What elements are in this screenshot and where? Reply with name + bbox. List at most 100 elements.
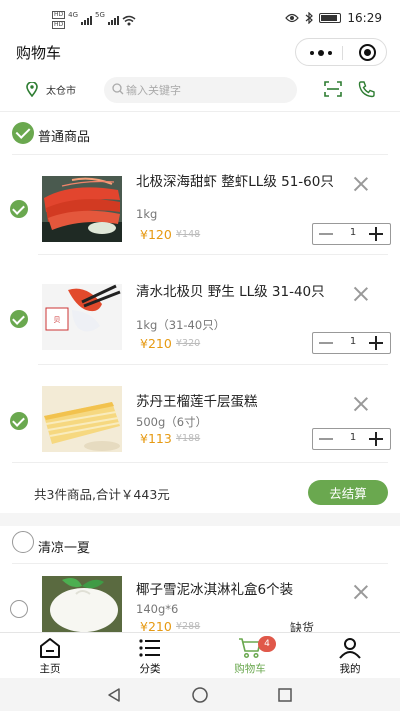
shrimp-picture — [42, 176, 122, 242]
quantity-value: 1 — [349, 227, 357, 238]
quantity-value: 1 — [349, 336, 357, 347]
tab-home-label: 主页 — [39, 663, 61, 675]
tab-category-label: 分类 — [139, 663, 161, 675]
item-price: ¥113 — [140, 431, 172, 446]
recents-icon[interactable] — [277, 687, 293, 703]
item-old-price: ¥148 — [176, 229, 201, 240]
svg-text:贝: 贝 — [54, 316, 61, 324]
network-4g-label: 4G — [68, 11, 79, 19]
item-old-price: ¥320 — [176, 338, 201, 349]
category-list-icon — [139, 639, 160, 657]
divider — [38, 364, 388, 365]
minus-icon[interactable] — [319, 438, 333, 440]
delete-icon[interactable] — [353, 176, 369, 192]
surf-clam-picture: 贝 — [42, 284, 122, 350]
divider — [12, 563, 388, 564]
ice-cream-picture — [42, 576, 122, 632]
checkout-button[interactable]: 去结算 — [308, 480, 388, 505]
item-name[interactable]: 苏丹王榴莲千层蛋糕 — [136, 394, 346, 410]
plus-icon[interactable] — [369, 336, 383, 350]
home-circle-icon[interactable] — [191, 687, 209, 703]
divider — [0, 111, 400, 112]
system-navigation-bar — [0, 678, 400, 711]
group-select-checkbox[interactable] — [12, 122, 34, 144]
search-box[interactable] — [104, 77, 297, 103]
quantity-value: 1 — [349, 432, 357, 443]
surf-clam-image[interactable]: 贝 — [42, 284, 122, 350]
item-old-price: ¥288 — [176, 621, 201, 632]
back-icon[interactable] — [106, 687, 122, 703]
tab-cart[interactable]: 4 购物车 — [210, 633, 290, 679]
close-target-icon[interactable] — [359, 44, 376, 61]
bluetooth-icon — [306, 12, 314, 24]
location-label[interactable]: 太仓市 — [46, 82, 76, 97]
tab-cart-label: 购物车 — [234, 663, 266, 675]
search-input[interactable] — [126, 80, 286, 100]
item-old-price: ¥188 — [176, 433, 201, 444]
item-spec: 500g（6寸） — [136, 415, 208, 429]
more-icon[interactable] — [310, 49, 332, 57]
item-name[interactable]: 清水北极贝 野生 LL级 31-40只 — [136, 284, 346, 300]
delete-icon[interactable] — [353, 286, 369, 302]
cart-screen: HD HD 4G 5G 16:29 购物车 太仓市 输入关键字 普通商品 北极深… — [0, 0, 400, 711]
status-bar: HD HD 4G 5G 16:29 — [0, 0, 400, 36]
durian-cake-picture — [42, 386, 122, 452]
battery-icon — [319, 13, 342, 23]
delete-icon[interactable] — [353, 584, 369, 600]
capsule-divider — [342, 46, 343, 60]
plus-icon[interactable] — [369, 432, 383, 446]
minus-icon[interactable] — [319, 233, 333, 235]
item-select-checkbox[interactable] — [10, 412, 28, 430]
status-right: 16:29 — [285, 11, 382, 25]
location-pin-icon[interactable] — [26, 82, 38, 97]
phone-icon[interactable] — [358, 80, 376, 98]
item-name[interactable]: 椰子雪泥冰淇淋礼盒6个装 — [136, 582, 346, 598]
item-name[interactable]: 北极深海甜虾 整虾LL级 51-60只 — [136, 174, 346, 190]
item-select-checkbox[interactable] — [10, 200, 28, 218]
cart-count-badge: 4 — [258, 636, 276, 652]
quantity-stepper[interactable]: 1 — [312, 332, 391, 354]
group-separator — [0, 513, 400, 526]
cart-item: 椰子雪泥冰淇淋礼盒6个装 140g*6 ¥210 ¥288 缺货 — [0, 570, 400, 635]
divider — [12, 154, 388, 155]
page-title: 购物车 — [16, 44, 62, 62]
item-price: ¥210 — [140, 336, 172, 351]
item-select-checkbox[interactable] — [10, 600, 28, 618]
hd-badge: HD — [52, 11, 66, 19]
bottom-tab-bar: 主页 分类 4 购物车 我的 — [0, 632, 400, 678]
clock: 16:29 — [347, 11, 382, 25]
scan-icon[interactable] — [324, 81, 342, 97]
tab-category[interactable]: 分类 — [110, 633, 190, 679]
delete-icon[interactable] — [353, 396, 369, 412]
group-summary: 共3件商品,合计￥443元 — [34, 487, 170, 502]
item-select-checkbox[interactable] — [10, 310, 28, 328]
search-icon — [112, 83, 124, 95]
tab-profile[interactable]: 我的 — [310, 633, 390, 679]
quantity-stepper[interactable]: 1 — [312, 428, 391, 450]
title-bar: 购物车 — [0, 36, 400, 70]
signal-icon — [107, 15, 119, 25]
shrimp-image[interactable] — [42, 176, 122, 242]
divider — [38, 254, 388, 255]
item-spec: 140g*6 — [136, 602, 179, 616]
minus-icon[interactable] — [319, 342, 333, 344]
item-spec: 1kg（31-40只） — [136, 318, 226, 332]
hd-badge: HD — [52, 21, 66, 29]
search-row: 太仓市 — [0, 74, 400, 106]
coconut-ice-cream-image[interactable] — [42, 576, 122, 632]
home-icon — [40, 638, 60, 658]
tab-profile-label: 我的 — [339, 663, 361, 675]
durian-crepe-cake-image[interactable] — [42, 386, 122, 452]
mini-program-capsule — [295, 38, 387, 66]
wifi-icon — [122, 15, 136, 25]
plus-icon[interactable] — [369, 227, 383, 241]
person-icon — [339, 638, 361, 659]
eye-icon — [285, 13, 300, 23]
cart-item: 苏丹王榴莲千层蛋糕 500g（6寸） ¥113 ¥188 1 — [0, 378, 400, 458]
group-select-checkbox[interactable] — [12, 531, 34, 553]
tab-home[interactable]: 主页 — [10, 633, 90, 679]
quantity-stepper[interactable]: 1 — [312, 223, 391, 245]
item-spec: 1kg — [136, 207, 158, 221]
group-title: 清凉一夏 — [38, 541, 91, 556]
signal-icon — [81, 15, 93, 25]
